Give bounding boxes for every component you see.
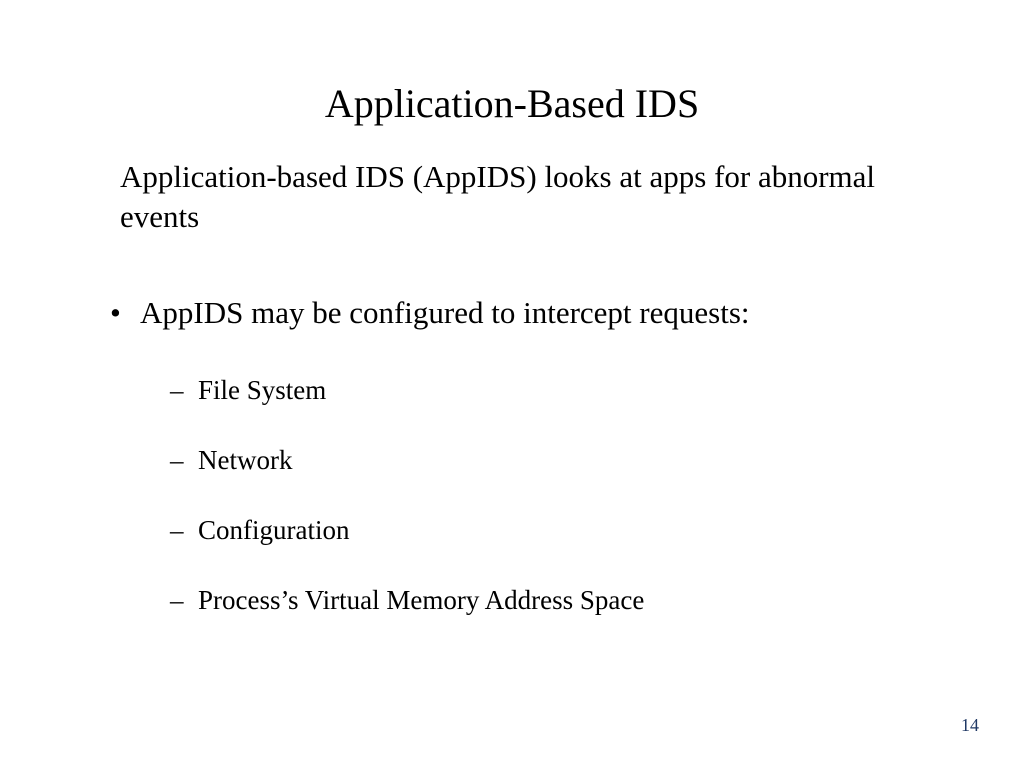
sub-bullet-item: Network [170,443,944,478]
slide-container: Application-Based IDS Application-based … [0,0,1024,768]
page-number: 14 [961,715,979,736]
sub-bullet-item: File System [170,373,944,408]
slide-intro-text: Application-based IDS (AppIDS) looks at … [120,157,944,238]
slide-title: Application-Based IDS [80,80,944,127]
sub-bullet-item: Configuration [170,513,944,548]
bullet-main: AppIDS may be configured to intercept re… [110,293,944,333]
sub-bullet-item: Process’s Virtual Memory Address Space [170,583,944,618]
